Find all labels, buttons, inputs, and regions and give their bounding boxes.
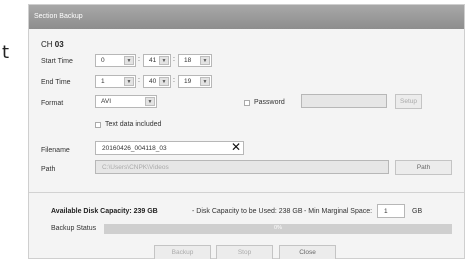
start-time-label: Start Time [41, 58, 73, 65]
time-separator: : [138, 77, 140, 84]
min-marginal-space-unit: GB [412, 208, 423, 215]
setup-button[interactable]: Setup [395, 94, 422, 109]
start-minute-select[interactable]: 41 ▼ [143, 54, 171, 67]
capacity-to-be-used: - Disk Capacity to be Used: 238 GB [192, 208, 303, 215]
stop-button[interactable]: Stop [216, 245, 273, 259]
chevron-down-icon[interactable]: ▼ [159, 77, 169, 86]
backup-progress-bar: 0% [104, 224, 452, 234]
filename-input[interactable]: 20160426_004118_03 [95, 141, 244, 155]
end-second-select[interactable]: 19 ▼ [178, 75, 212, 88]
min-marginal-space-input[interactable]: 1 [377, 204, 405, 218]
backup-status-label: Backup Status [51, 225, 97, 232]
start-hour-select[interactable]: 0 ▼ [95, 54, 136, 67]
available-capacity: Available Disk Capacity: 239 GB [51, 208, 158, 215]
password-field[interactable] [301, 94, 387, 108]
end-minute-select[interactable]: 40 ▼ [143, 75, 171, 88]
password-label: Password [254, 99, 285, 106]
chevron-down-icon[interactable]: ▼ [124, 56, 134, 65]
end-hour-select[interactable]: 1 ▼ [95, 75, 136, 88]
chevron-down-icon[interactable]: ▼ [200, 77, 210, 86]
path-label: Path [41, 166, 56, 173]
chevron-down-icon[interactable]: ▼ [145, 97, 155, 106]
chevron-down-icon[interactable]: ▼ [124, 77, 134, 86]
end-time-label: End Time [41, 79, 71, 86]
backup-button[interactable]: Backup [154, 245, 211, 259]
time-separator: : [173, 77, 175, 84]
path-field: C:\Users\CNPK\Videos [95, 160, 389, 174]
dialog-title: Section Backup [29, 5, 464, 29]
channel-number: 03 [54, 40, 64, 49]
start-second-select[interactable]: 18 ▼ [178, 54, 212, 67]
path-button[interactable]: Path [395, 160, 452, 175]
chevron-down-icon[interactable]: ▼ [159, 56, 169, 65]
format-select[interactable]: AVI ▼ [95, 95, 157, 108]
background-text: t [2, 42, 10, 63]
chevron-down-icon[interactable]: ▼ [200, 56, 210, 65]
format-label: Format [41, 100, 64, 107]
filename-label: Filename [41, 147, 70, 154]
channel-label: CH 03 [41, 40, 64, 49]
section-backup-dialog: Section Backup CH 03 Start Time 0 ▼ : 41… [28, 4, 465, 259]
progress-percent: 0% [274, 225, 282, 231]
time-separator: : [173, 56, 175, 63]
min-marginal-space-label: - Min Marginal Space: [304, 208, 373, 215]
text-data-checkbox[interactable] [95, 122, 101, 128]
password-checkbox[interactable] [244, 100, 250, 106]
clear-icon[interactable]: ✕ [231, 140, 241, 154]
time-separator: : [138, 56, 140, 63]
divider [29, 192, 464, 193]
text-data-label: Text data included [105, 121, 162, 128]
close-button[interactable]: Close [279, 245, 336, 259]
